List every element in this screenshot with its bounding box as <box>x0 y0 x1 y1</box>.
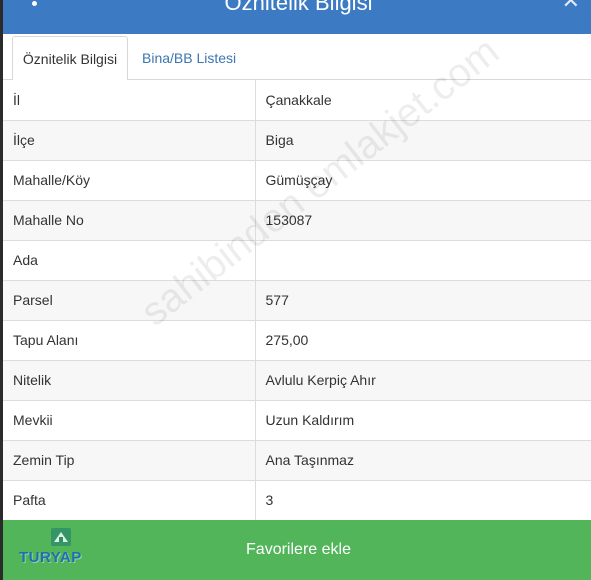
attribute-key: İlçe <box>3 120 256 161</box>
tab-bina-bb-listesi[interactable]: Bina/BB Listesi <box>130 36 248 81</box>
table-row: Tapu Alanı 275,00 <box>3 320 591 361</box>
attribute-value: 153087 <box>255 200 591 241</box>
attribute-key: Zemin Tip <box>3 440 256 481</box>
panel-header: Öznitelik Bilgisi ✕ <box>3 0 591 34</box>
attribute-value: 577 <box>255 280 591 321</box>
attribute-key: Mevkii <box>3 400 256 441</box>
attribute-key: Nitelik <box>3 360 256 401</box>
tab-bar: Öznitelik Bilgisi Bina/BB Listesi <box>3 34 591 81</box>
table-row: Ada <box>3 240 591 281</box>
add-to-favorites-button[interactable]: Favorilere ekle <box>3 520 591 580</box>
table-row: İl Çanakkale <box>3 80 591 121</box>
attribute-value: Çanakkale <box>255 80 591 121</box>
close-icon[interactable]: ✕ <box>562 0 580 12</box>
table-row: Nitelik Avlulu Kerpiç Ahır <box>3 360 591 401</box>
attribute-value: Uzun Kaldırım <box>255 400 591 441</box>
attribute-panel: Öznitelik Bilgisi ✕ Öznitelik Bilgisi Bi… <box>0 0 591 580</box>
attribute-value: Gümüşçay <box>255 160 591 201</box>
table-row: Parsel 577 <box>3 280 591 321</box>
attribute-key: Pafta <box>3 480 256 521</box>
attribute-key: Tapu Alanı <box>3 320 256 361</box>
attribute-key: Mahalle No <box>3 200 256 241</box>
attribute-value: 275,00 <box>255 320 591 361</box>
attribute-value: Biga <box>255 120 591 161</box>
table-row: Mahalle No 153087 <box>3 200 591 241</box>
table-row: İlçe Biga <box>3 120 591 161</box>
attribute-key: Parsel <box>3 280 256 321</box>
attribute-value: Avlulu Kerpiç Ahır <box>255 360 591 401</box>
attribute-table: İl Çanakkale İlçe Biga Mahalle/Köy Gümüş… <box>3 80 591 521</box>
table-row: Pafta 3 <box>3 480 591 521</box>
tab-oznitelik-bilgisi[interactable]: Öznitelik Bilgisi <box>12 36 128 81</box>
table-row: Zemin Tip Ana Taşınmaz <box>3 440 591 481</box>
table-row: Mahalle/Köy Gümüşçay <box>3 160 591 201</box>
attribute-value: 3 <box>255 480 591 521</box>
attribute-key: Ada <box>3 240 256 281</box>
attribute-value <box>255 240 591 281</box>
attribute-key: İl <box>3 80 256 121</box>
attribute-value: Ana Taşınmaz <box>255 440 591 481</box>
panel-title: Öznitelik Bilgisi <box>224 0 373 15</box>
table-row: Mevkii Uzun Kaldırım <box>3 400 591 441</box>
attribute-key: Mahalle/Köy <box>3 160 256 201</box>
